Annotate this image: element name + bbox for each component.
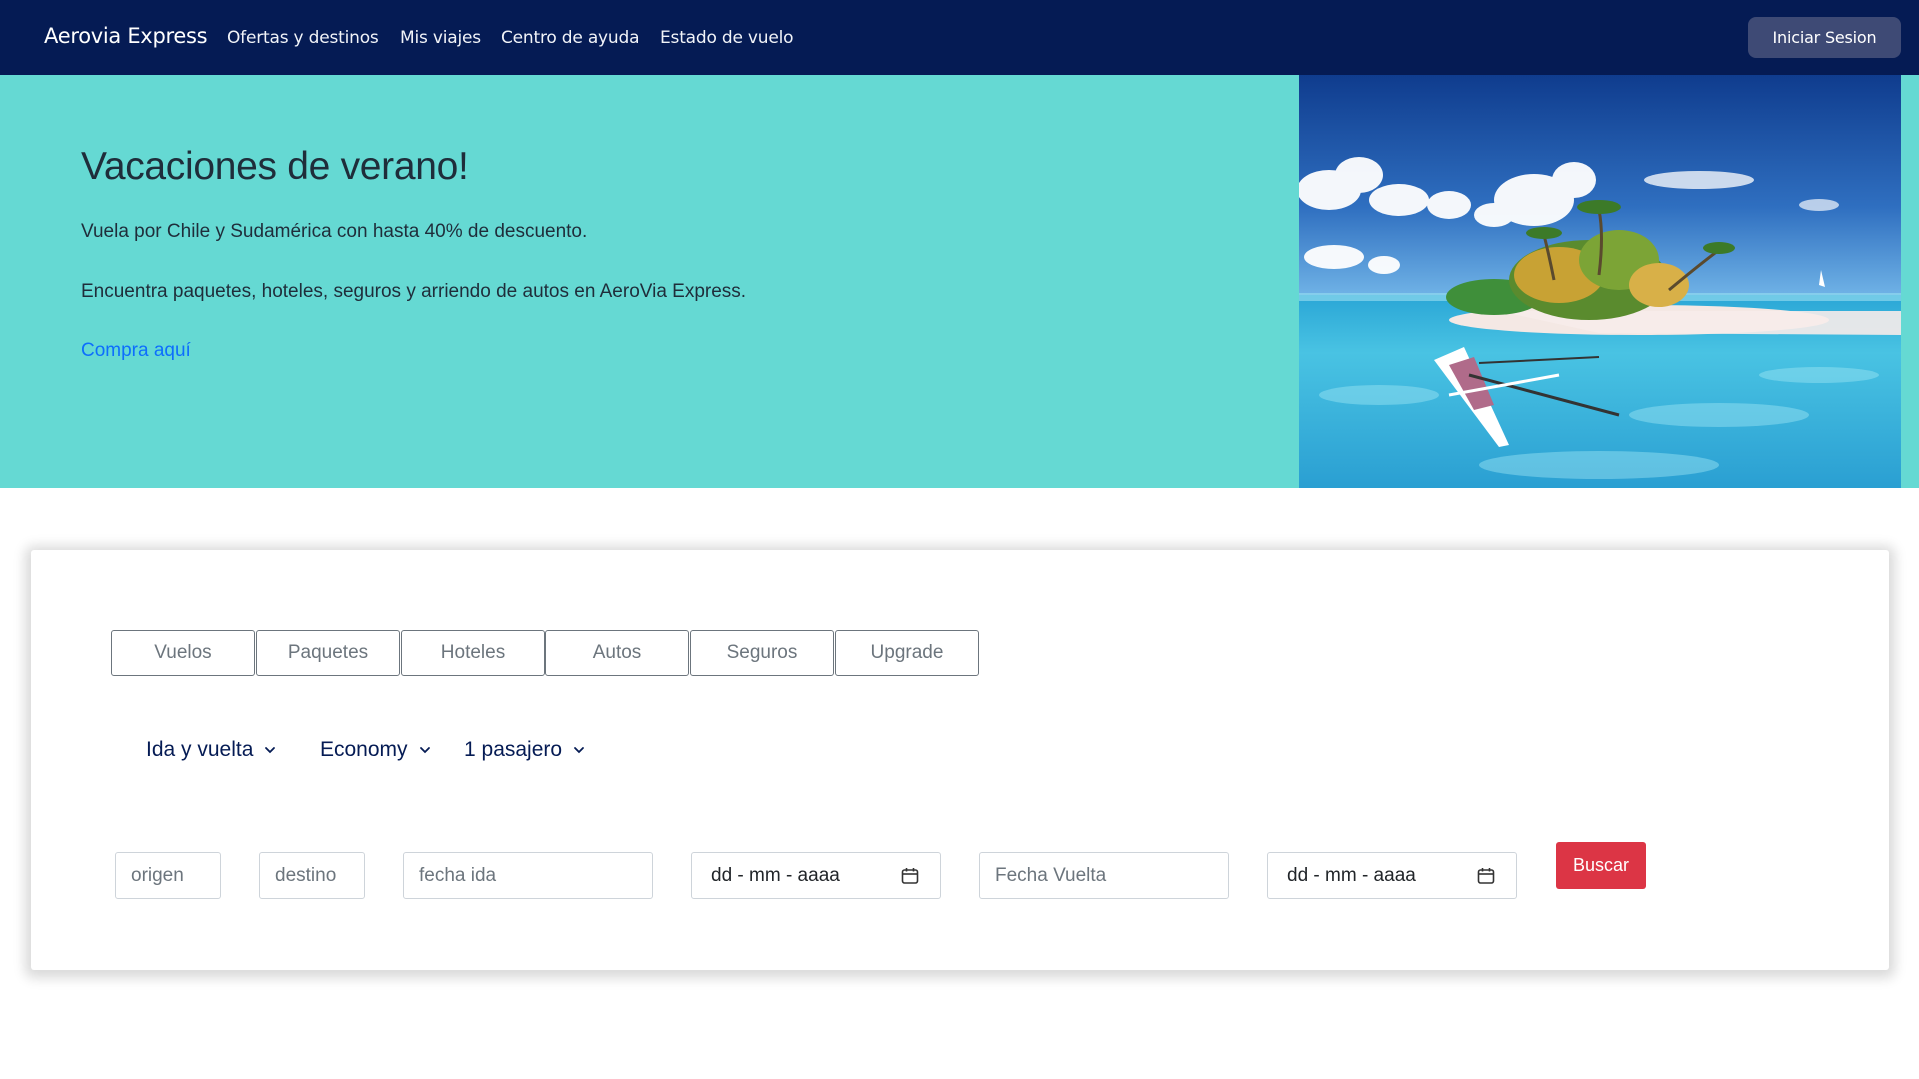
search-button[interactable]: Buscar <box>1556 842 1646 889</box>
passengers-label: 1 pasajero <box>464 738 563 761</box>
origin-input[interactable] <box>131 864 205 887</box>
departure-date-input[interactable] <box>419 864 637 887</box>
chevron-down-icon <box>574 747 584 754</box>
tab-vuelos[interactable]: Vuelos <box>111 630 255 676</box>
tab-hoteles[interactable]: Hoteles <box>401 630 545 676</box>
nav-link-estado-vuelo[interactable]: Estado de vuelo <box>660 28 794 48</box>
hero-title: Vacaciones de verano! <box>81 145 469 188</box>
brand-logo[interactable]: Aerovia Express <box>44 24 208 48</box>
nav-link-ofertas[interactable]: Ofertas y destinos <box>227 28 379 48</box>
departure-date-picker[interactable]: dd - mm - aaaa <box>691 852 941 899</box>
login-button[interactable]: Iniciar Sesion <box>1748 17 1901 58</box>
departure-date-picker-text: dd - mm - aaaa <box>711 864 840 886</box>
tab-paquetes[interactable]: Paquetes <box>256 630 400 676</box>
tab-autos[interactable]: Autos <box>545 630 689 676</box>
return-date-input[interactable] <box>995 864 1213 887</box>
origin-field <box>115 852 221 899</box>
passengers-dropdown[interactable]: 1 pasajero <box>464 738 586 762</box>
hero-text-discount: Vuela por Chile y Sudamérica con hasta 4… <box>81 221 588 242</box>
tab-seguros[interactable]: Seguros <box>690 630 834 676</box>
calendar-icon[interactable] <box>900 866 920 886</box>
nav-link-mis-viajes[interactable]: Mis viajes <box>400 28 481 48</box>
return-date-picker-text: dd - mm - aaaa <box>1287 864 1416 886</box>
destination-field <box>259 852 365 899</box>
return-date-picker[interactable]: dd - mm - aaaa <box>1267 852 1517 899</box>
chevron-down-icon <box>419 747 430 754</box>
destination-input[interactable] <box>275 864 349 887</box>
cabin-class-label: Economy <box>320 738 408 761</box>
tab-upgrade[interactable]: Upgrade <box>835 630 979 676</box>
hero-banner: Vacaciones de verano! Vuela por Chile y … <box>0 75 1919 488</box>
calendar-icon[interactable] <box>1476 866 1496 886</box>
trip-type-dropdown[interactable]: Ida y vuelta <box>146 738 277 762</box>
island-beach-image <box>1299 75 1901 488</box>
trip-type-label: Ida y vuelta <box>146 738 254 761</box>
buy-here-link[interactable]: Compra aquí <box>81 340 191 362</box>
navbar: Aerovia Express Ofertas y destinos Mis v… <box>0 0 1919 75</box>
hero-text-services: Encuentra paquetes, hoteles, seguros y a… <box>81 281 747 302</box>
search-card: Vuelos Paquetes Hoteles Autos Seguros Up… <box>31 550 1889 970</box>
cabin-class-dropdown[interactable]: Economy <box>320 738 432 762</box>
chevron-down-icon <box>265 747 276 754</box>
return-date-field <box>979 852 1229 899</box>
departure-date-field <box>403 852 653 899</box>
nav-link-centro-ayuda[interactable]: Centro de ayuda <box>501 28 640 48</box>
